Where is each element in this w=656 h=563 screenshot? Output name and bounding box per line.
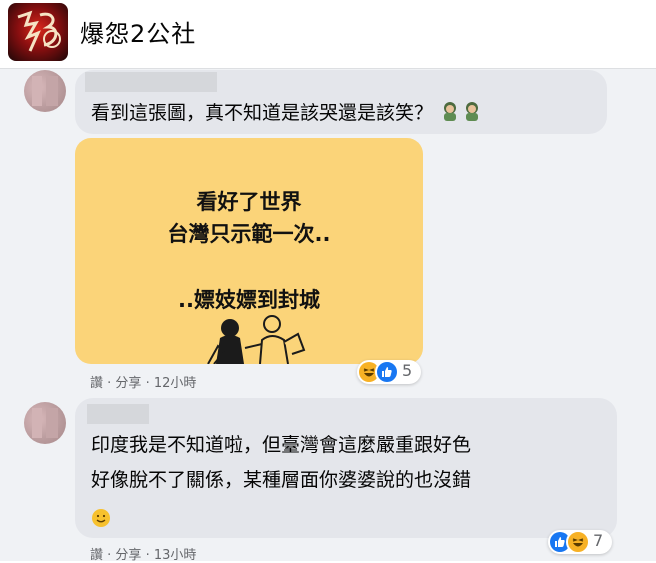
like-reaction-icon xyxy=(375,360,399,384)
comment-text-line: 印度我是不知道啦，但臺灣會這麼嚴重跟好色 xyxy=(91,434,472,456)
commenter-name-redacted xyxy=(87,404,149,424)
separator: · xyxy=(103,376,116,391)
commenter-avatar[interactable] xyxy=(24,402,66,444)
commenter-avatar[interactable] xyxy=(24,70,66,112)
group-name[interactable]: 爆怨2公社 xyxy=(80,14,196,49)
share-link[interactable]: 分享 xyxy=(115,376,141,391)
haha-reaction-icon xyxy=(566,530,590,554)
smiling-emoji-icon xyxy=(91,508,111,532)
comment-text-line: 好像脫不了關係，某種層面你婆婆說的也沒錯 xyxy=(91,469,472,491)
group-header: 爆怨2公社 xyxy=(0,0,656,68)
group-logo[interactable] xyxy=(8,3,68,61)
comment-actions: 讚 · 分享 · 13小時 xyxy=(90,544,196,563)
commenter-name-redacted xyxy=(85,72,217,92)
image-text-line: 看好了世界 xyxy=(196,190,302,214)
reaction-count: 7 xyxy=(593,531,604,550)
comment-text: 看到這張圖，真不知道是該哭還是該笑？ xyxy=(91,98,485,128)
reaction-count: 5 xyxy=(402,361,413,380)
comment-bubble: 看到這張圖，真不知道是該哭還是該笑？ xyxy=(75,70,607,134)
comment-bubble: 印度我是不知道啦，但臺灣會這麼嚴重跟好色 好像脫不了關係，某種層面你婆婆說的也沒… xyxy=(75,398,617,538)
reaction-summary[interactable]: 7 xyxy=(548,530,612,554)
comment-actions: 讚 · 分享 · 12小時 xyxy=(90,372,196,391)
image-text-line: ..嫖妓嫖到封城 xyxy=(178,288,320,312)
comment-image[interactable]: 看好了世界 台灣只示範一次.. ..嫖妓嫖到封城 xyxy=(75,138,423,364)
facepalm-emoji-icon xyxy=(439,102,485,124)
comment-text-body: 看到這張圖，真不知道是該哭還是該笑？ xyxy=(91,102,434,124)
image-text-line: 台灣只示範一次.. xyxy=(167,222,331,246)
separator: · xyxy=(141,376,154,391)
timestamp[interactable]: 12小時 xyxy=(154,376,197,391)
couple-illustration-icon xyxy=(207,315,306,364)
header-divider xyxy=(0,68,656,69)
reaction-summary[interactable]: 5 xyxy=(357,360,421,384)
like-link[interactable]: 讚 xyxy=(90,376,103,391)
